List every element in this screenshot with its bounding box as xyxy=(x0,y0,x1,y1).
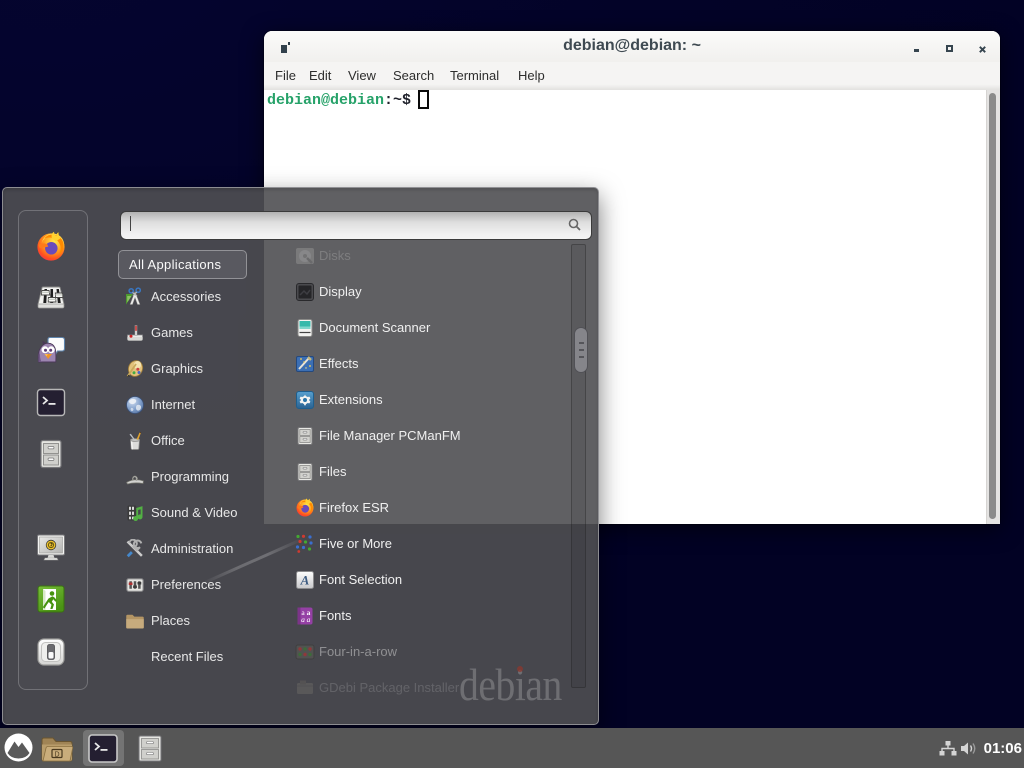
svg-text:a: a xyxy=(307,615,311,624)
svg-text:A: A xyxy=(300,573,310,588)
svg-text:a: a xyxy=(301,615,305,624)
svg-text:D: D xyxy=(54,752,59,759)
